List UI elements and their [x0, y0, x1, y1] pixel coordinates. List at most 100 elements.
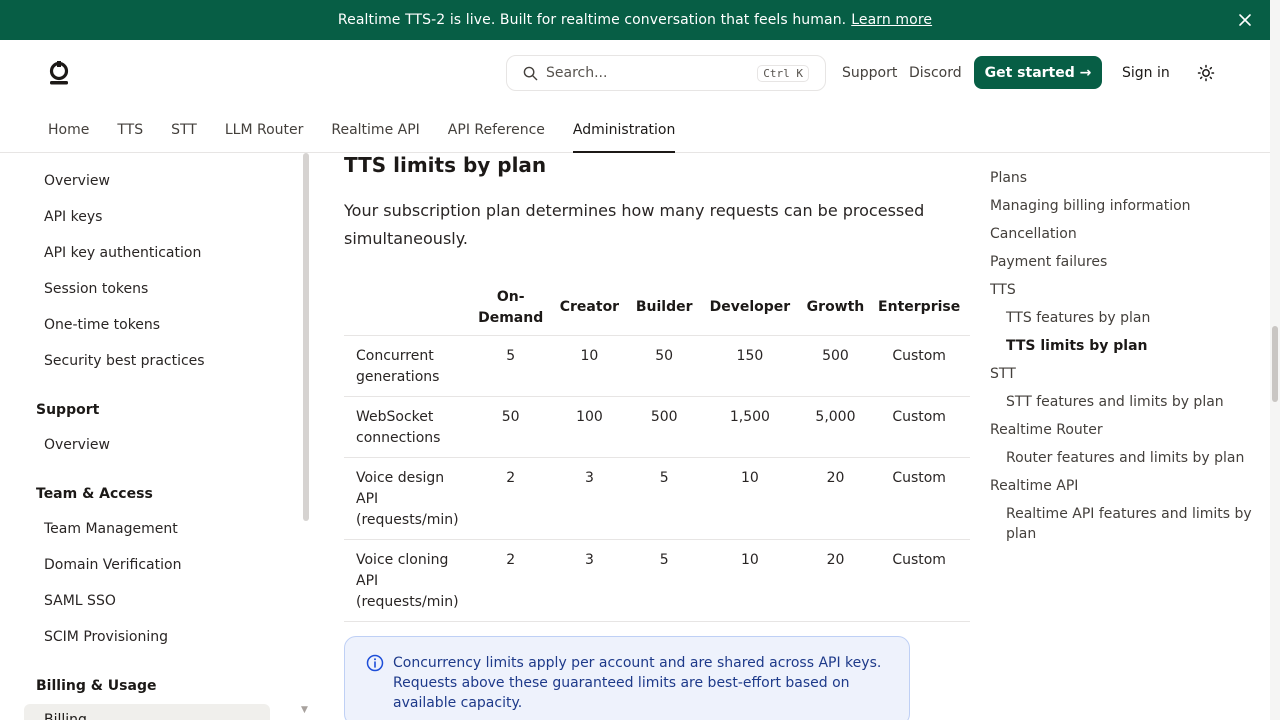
- table-cell: Concurrent generations: [344, 334, 474, 396]
- table-cell: 5: [631, 456, 698, 539]
- discord-link[interactable]: Discord: [909, 65, 962, 81]
- tab-realtime-api[interactable]: Realtime API: [331, 120, 419, 153]
- tab-api-reference[interactable]: API Reference: [448, 120, 545, 153]
- sidebar-section-team-access: Team & Access: [36, 486, 153, 502]
- sidebar-scrollbar[interactable]: [303, 153, 309, 521]
- tab-llm-router[interactable]: LLM Router: [225, 120, 304, 153]
- table-cell: 5: [631, 538, 698, 622]
- sidebar-item-overview[interactable]: Overview: [44, 173, 110, 189]
- sign-in-link[interactable]: Sign in: [1122, 65, 1170, 81]
- sidebar-item-billing[interactable]: Billing: [24, 704, 270, 720]
- sidebar-item-session-tokens[interactable]: Session tokens: [44, 281, 148, 297]
- table-cell: 150: [697, 334, 803, 396]
- callout-text: Concurrency limits apply per account and…: [393, 655, 882, 711]
- tab-home[interactable]: Home: [48, 120, 89, 153]
- table-cell: 100: [547, 395, 632, 457]
- table-cell: 3: [547, 456, 632, 539]
- info-callout: Concurrency limits apply per account and…: [344, 636, 910, 720]
- toc-item-realtime-api[interactable]: Realtime API: [990, 476, 1078, 496]
- table-header: Creator: [559, 299, 620, 316]
- table-header: Developer: [709, 299, 791, 316]
- table-cell: 20: [802, 538, 869, 622]
- toc-item-tts-features-by-plan[interactable]: TTS features by plan: [1006, 308, 1150, 328]
- table-cell: 5: [473, 334, 548, 396]
- toc-item-realtime-router[interactable]: Realtime Router: [990, 420, 1103, 440]
- toc-item-cancellation[interactable]: Cancellation: [990, 224, 1077, 244]
- table-header: [344, 281, 474, 335]
- toc-item-router-features-and-limits[interactable]: Router features and limits by plan: [1006, 448, 1244, 468]
- get-started-button[interactable]: Get started →: [974, 56, 1102, 89]
- toc-item-realtime-api-features-and-limits[interactable]: Realtime API features and limits by plan: [1006, 504, 1256, 544]
- table-cell: Custom: [868, 395, 970, 457]
- table-row: Voice cloning API (requests/min) 2 3 5 1…: [344, 538, 970, 622]
- toc-item-tts[interactable]: TTS: [990, 280, 1016, 300]
- table-cell: 10: [547, 334, 632, 396]
- table-cell: 50: [631, 334, 698, 396]
- search-input[interactable]: Search... Ctrl K: [506, 55, 826, 91]
- sidebar: Overview API keys API key authentication…: [0, 153, 312, 720]
- table-header: Builder: [635, 299, 693, 316]
- site-header: Search... Ctrl K Support Discord Get sta…: [0, 40, 1270, 153]
- page-scrollbar-thumb[interactable]: [1272, 326, 1278, 402]
- table-row: Concurrent generations 5 10 50 150 500 C…: [344, 334, 970, 396]
- table-cell: 500: [631, 395, 698, 457]
- search-placeholder: Search...: [546, 65, 608, 81]
- banner-learn-more-link[interactable]: Learn more: [851, 12, 932, 28]
- top-nav-tabs: Home TTS STT LLM Router Realtime API API…: [48, 120, 703, 153]
- table-row: WebSocket connections 50 100 500 1,500 5…: [344, 395, 970, 457]
- limits-table: On-Demand Creator Builder Developer Grow…: [344, 281, 970, 622]
- sidebar-item-security-best-practices[interactable]: Security best practices: [44, 353, 205, 369]
- sidebar-section-support: Support: [36, 402, 100, 418]
- table-cell: 2: [473, 538, 548, 622]
- sidebar-item-scim-provisioning[interactable]: SCIM Provisioning: [44, 629, 168, 645]
- sidebar-item-one-time-tokens[interactable]: One-time tokens: [44, 317, 160, 333]
- announcement-banner: Realtime TTS-2 is live. Built for realti…: [0, 0, 1270, 40]
- table-header: Growth: [806, 299, 865, 316]
- table-cell: 500: [802, 334, 869, 396]
- table-cell: 10: [697, 456, 803, 539]
- sidebar-section-billing-usage: Billing & Usage: [36, 678, 157, 694]
- table-cell: WebSocket connections: [344, 395, 474, 457]
- tab-tts[interactable]: TTS: [117, 120, 143, 153]
- table-cell: Voice design API (requests/min): [344, 456, 474, 539]
- table-row: Voice design API (requests/min) 2 3 5 10…: [344, 456, 970, 539]
- table-cell: 10: [697, 538, 803, 622]
- toc-item-stt-features-and-limits[interactable]: STT features and limits by plan: [1006, 392, 1224, 412]
- table-cell: 3: [547, 538, 632, 622]
- sidebar-item-label: Billing: [44, 712, 87, 720]
- toc-item-tts-limits-by-plan[interactable]: TTS limits by plan: [1006, 336, 1148, 356]
- toc-item-plans[interactable]: Plans: [990, 168, 1027, 188]
- close-icon[interactable]: [1236, 11, 1254, 29]
- sidebar-item-team-management[interactable]: Team Management: [44, 521, 178, 537]
- logo-icon[interactable]: [48, 60, 70, 86]
- table-cell: Custom: [868, 456, 970, 539]
- support-link[interactable]: Support: [842, 65, 897, 81]
- table-header: Enterprise: [878, 299, 961, 316]
- tab-administration[interactable]: Administration: [572, 120, 676, 153]
- intro-paragraph: Your subscription plan determines how ma…: [344, 201, 925, 248]
- table-of-contents: Plans Managing billing information Cance…: [990, 153, 1260, 720]
- table-cell: 2: [473, 456, 548, 539]
- search-icon: [523, 66, 538, 80]
- toc-item-payment-failures[interactable]: Payment failures: [990, 252, 1107, 272]
- toc-item-managing-billing-information[interactable]: Managing billing information: [990, 196, 1191, 216]
- sidebar-item-support-overview[interactable]: Overview: [44, 437, 110, 453]
- tab-stt[interactable]: STT: [171, 120, 197, 153]
- toc-item-stt[interactable]: STT: [990, 364, 1016, 384]
- table-cell: Custom: [868, 538, 970, 622]
- page-scrollbar[interactable]: [1270, 0, 1280, 720]
- banner-text: Realtime TTS-2 is live. Built for realti…: [337, 12, 847, 28]
- info-icon: [366, 654, 384, 672]
- table-cell: 20: [802, 456, 869, 539]
- sidebar-item-saml-sso[interactable]: SAML SSO: [44, 593, 116, 609]
- table-cell: 50: [473, 395, 548, 457]
- search-shortcut: Ctrl K: [757, 65, 809, 82]
- section-heading: TTS limits by plan: [344, 153, 547, 177]
- table-header: On-Demand: [478, 288, 544, 326]
- scroll-down-icon[interactable]: ▼: [301, 705, 308, 715]
- sidebar-item-domain-verification[interactable]: Domain Verification: [44, 557, 181, 573]
- sidebar-item-api-key-authentication[interactable]: API key authentication: [44, 245, 201, 261]
- sidebar-item-api-keys[interactable]: API keys: [44, 209, 102, 225]
- sun-icon[interactable]: [1197, 64, 1215, 82]
- table-header-row: On-Demand Creator Builder Developer Grow…: [344, 281, 970, 335]
